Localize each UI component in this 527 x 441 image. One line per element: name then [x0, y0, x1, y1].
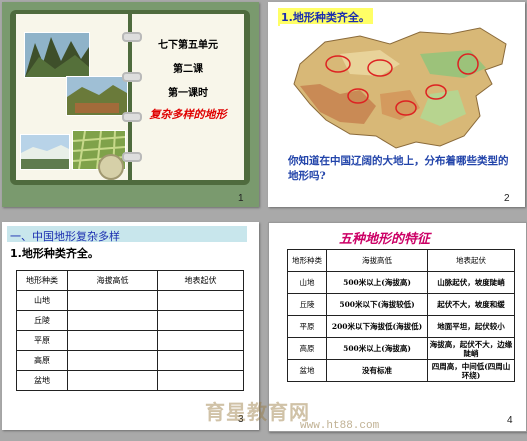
table-row: 高原 500米以上(海拔高) 海拔高，起伏不大，边缘陡峭	[287, 337, 515, 360]
village-hill-photo	[66, 76, 128, 116]
altitude-cell: 500米以上(海拔高)	[326, 337, 428, 360]
table-cell	[67, 370, 158, 391]
section-title: 一、中国地形复杂多样	[10, 230, 120, 243]
row-label: 平原	[16, 330, 68, 351]
table-row: 平原 200米以下海拔低(海拔低) 地面平坦，起伏较小	[287, 315, 515, 338]
table-row: 丘陵 500米以下(海拔较低) 起伏不大，坡度和缓	[287, 293, 515, 316]
row-label: 山地	[16, 290, 68, 311]
table-row: 山地	[16, 290, 244, 311]
row-label: 平原	[287, 315, 327, 338]
table-header: 地表起伏	[427, 249, 515, 272]
binding-ring	[122, 32, 142, 42]
table-cell	[67, 310, 158, 331]
table-row: 高原	[16, 350, 244, 371]
table-row: 丘陵	[16, 310, 244, 331]
table-cell	[67, 350, 158, 371]
row-label: 山地	[287, 271, 327, 294]
mountain-photo	[24, 32, 90, 78]
relief-cell: 山脉起伏，坡度陡峭	[427, 271, 515, 294]
table-header-row: 地形种类 海拔高低 地表起伏	[287, 249, 515, 272]
slide-thumbnail-2[interactable]: 1.地形种类齐全。 你知道在中国辽阔的大地上，分布着哪些类型的地形吗? 2	[268, 2, 525, 207]
relief-cell: 海拔高，起伏不大，边缘陡峭	[427, 337, 515, 360]
slide-question: 你知道在中国辽阔的大地上，分布着哪些类型的地形吗?	[288, 155, 509, 182]
altitude-cell: 200米以下海拔低(海拔低)	[326, 315, 428, 338]
binding-ring	[122, 112, 142, 122]
altitude-cell: 500米以下(海拔较低)	[326, 293, 428, 316]
lesson-title: 第二课	[173, 64, 203, 75]
table-cell	[157, 350, 244, 371]
unit-title: 七下第五单元	[158, 40, 218, 51]
row-label: 丘陵	[16, 310, 68, 331]
table-cell	[67, 330, 158, 351]
table-row: 盆地	[16, 370, 244, 391]
slide-number: 2	[504, 193, 510, 204]
table-header: 地形种类	[287, 249, 327, 272]
table-header: 地形种类	[16, 270, 68, 291]
table-header: 海拔高低	[326, 249, 428, 272]
table-header: 海拔高低	[67, 270, 158, 291]
flower-clip-icon	[98, 154, 124, 180]
landform-features-table: 地形种类 海拔高低 地表起伏 山地 500米以上(海拔高) 山脉起伏，坡度陡峭 …	[287, 249, 515, 382]
slide-thumbnail-1[interactable]: 七下第五单元 第二课 第一课时 复杂多样的地形 1	[2, 2, 259, 207]
relief-cell: 起伏不大，坡度和缓	[427, 293, 515, 316]
binding-ring	[122, 152, 142, 162]
slide-title: 五种地形的特征	[339, 232, 431, 247]
slide-number: 1	[238, 193, 244, 204]
china-terrain-map	[280, 24, 518, 152]
plateau-photo	[20, 134, 70, 170]
period-title: 第一课时	[168, 88, 208, 99]
landform-table: 地形种类 海拔高低 地表起伏 山地 丘陵 平原 高原 盆地	[16, 270, 244, 391]
table-cell	[157, 290, 244, 311]
table-cell	[67, 290, 158, 311]
table-cell	[157, 370, 244, 391]
slide-number: 4	[507, 415, 513, 426]
right-page: 七下第五单元 第二课 第一课时 复杂多样的地形	[132, 14, 244, 180]
notebook-frame: 七下第五单元 第二课 第一课时 复杂多样的地形	[10, 10, 250, 185]
table-row: 山地 500米以上(海拔高) 山脉起伏，坡度陡峭	[287, 271, 515, 294]
slide-heading: 1.地形种类齐全。	[10, 247, 99, 260]
relief-cell: 四周高，中间低(四周山环绕)	[427, 359, 515, 382]
row-label: 盆地	[16, 370, 68, 391]
table-header-row: 地形种类 海拔高低 地表起伏	[16, 270, 244, 291]
table-cell	[157, 310, 244, 331]
row-label: 高原	[287, 337, 327, 360]
altitude-cell: 500米以上(海拔高)	[326, 271, 428, 294]
table-row: 平原	[16, 330, 244, 351]
table-cell	[157, 330, 244, 351]
relief-cell: 地面平坦，起伏较小	[427, 315, 515, 338]
binding-ring	[122, 72, 142, 82]
site-watermark: 育星教育网	[205, 400, 310, 424]
altitude-cell: 没有标准	[326, 359, 428, 382]
row-label: 盆地	[287, 359, 327, 382]
table-row: 盆地 没有标准 四周高，中间低(四周山环绕)	[287, 359, 515, 382]
row-label: 高原	[16, 350, 68, 371]
topic-title: 复杂多样的地形	[149, 108, 227, 121]
site-watermark-url: www.ht88.com	[300, 420, 380, 432]
row-label: 丘陵	[287, 293, 327, 316]
table-header: 地表起伏	[157, 270, 244, 291]
